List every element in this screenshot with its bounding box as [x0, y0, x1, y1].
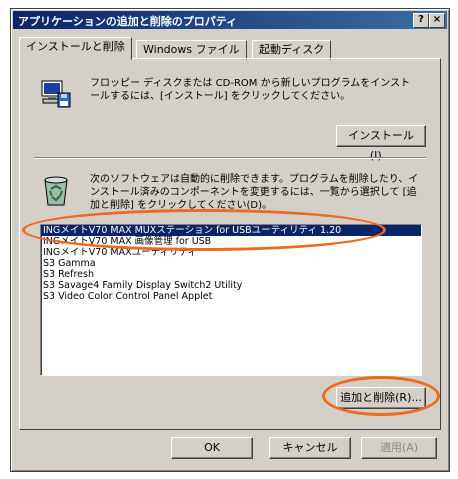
list-item[interactable]: S3 Video Color Control Panel Applet — [41, 291, 421, 302]
highlight-ring-selected-item — [22, 209, 386, 251]
list-item[interactable]: S3 Refresh — [41, 269, 421, 280]
tab-startup-disk[interactable]: 起動ディスク — [252, 40, 332, 60]
tab-windows-files[interactable]: Windows ファイル — [136, 40, 247, 60]
cancel-button[interactable]: キャンセル — [269, 437, 351, 459]
tab-install-remove[interactable]: インストールと削除 — [19, 37, 132, 60]
close-button[interactable]: × — [429, 13, 445, 28]
remove-description: 次のソフトウェアは自動的に削除できます。プログラムを削除したり、インストール済み… — [90, 174, 419, 211]
window-title: アプリケーションの追加と削除のプロパティ — [18, 15, 238, 28]
title-bar[interactable]: アプリケーションの追加と削除のプロパティ ? × — [13, 11, 447, 29]
install-program-icon — [41, 80, 71, 108]
highlight-ring-add-remove — [322, 376, 440, 416]
help-button[interactable]: ? — [413, 13, 429, 28]
apply-button[interactable]: 適用(A) — [361, 437, 437, 459]
ok-button[interactable]: OK — [171, 437, 253, 459]
recycle-bin-icon — [44, 176, 68, 206]
install-description: フロッピー ディスクまたは CD-ROM から新しいプログラムをインストールする… — [90, 78, 411, 102]
list-item[interactable]: S3 Gamma — [41, 258, 421, 269]
list-item[interactable]: S3 Savage4 Family Display Switch2 Utilit… — [41, 280, 421, 291]
divider — [34, 157, 426, 159]
install-button[interactable]: インストール(I)... — [336, 125, 426, 162]
